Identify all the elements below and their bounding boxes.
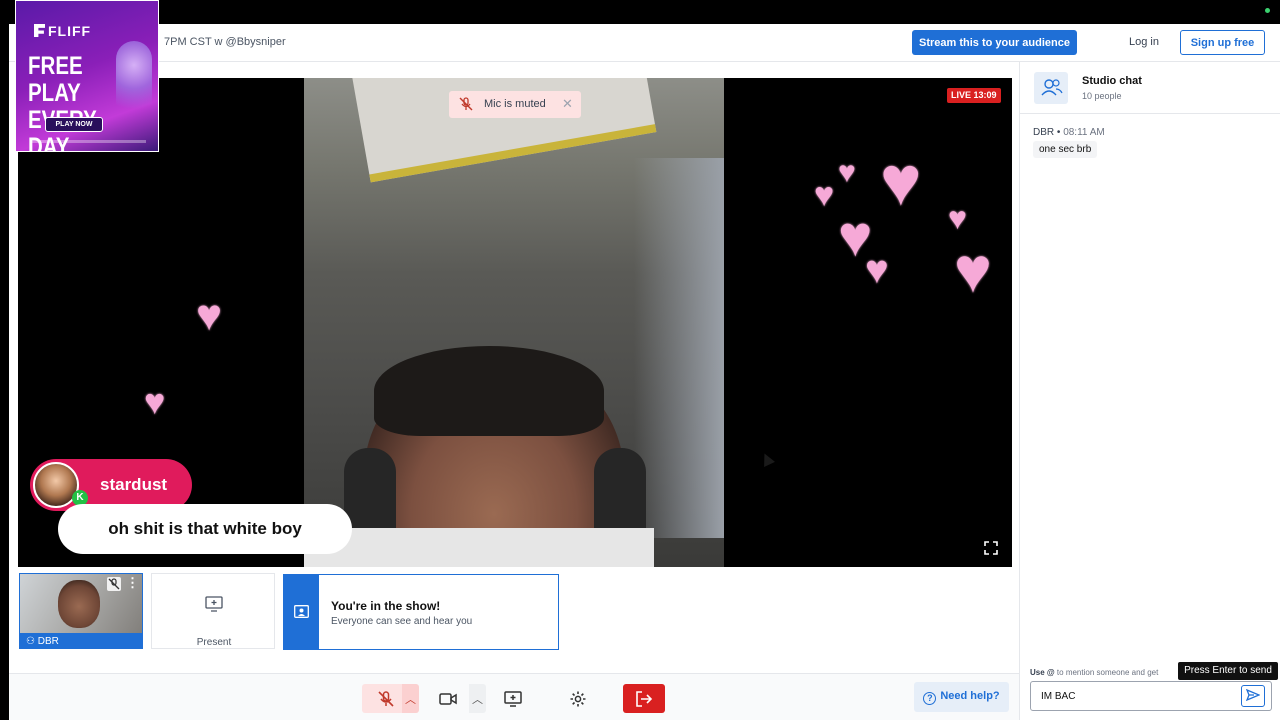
browser-top-strip — [0, 0, 1280, 24]
mic-off-icon — [107, 577, 121, 591]
broadcast-title: 7PM CST w @Bbysniper — [164, 36, 286, 48]
exit-icon — [636, 690, 653, 707]
heart-icon: ♥ — [144, 381, 166, 422]
camera-toggle-button[interactable] — [429, 684, 467, 713]
people-icon — [1034, 72, 1068, 104]
self-participant-tile[interactable]: ⋮ ⚇ DBR — [19, 573, 143, 649]
present-label: Present — [196, 637, 232, 648]
chat-header: Studio chat 10 people — [1020, 62, 1280, 114]
mic-off-icon — [459, 97, 473, 111]
mention-hint: Use @ to mention someone and get — [1030, 668, 1158, 677]
window-light — [634, 158, 724, 538]
profile-card-icon — [294, 605, 309, 618]
self-name-bar: ⚇ DBR — [20, 633, 142, 648]
in-show-title: You're in the show! — [331, 599, 441, 613]
camera-options-chevron-icon[interactable]: ︿ — [469, 684, 486, 713]
share-screen-icon — [504, 690, 522, 707]
in-show-side — [284, 575, 319, 649]
signup-button[interactable]: Sign up free — [1180, 30, 1265, 55]
leave-studio-button[interactable] — [623, 684, 665, 713]
chat-message-input[interactable] — [1030, 681, 1272, 711]
ad-headline: FREE PLAY EVERY DAY — [28, 52, 96, 152]
overlay-comment: oh shit is that white boy — [58, 504, 352, 554]
send-tooltip: Press Enter to send — [1178, 662, 1278, 680]
heart-icon: ♥ — [865, 248, 889, 292]
send-icon — [1245, 688, 1261, 701]
heart-icon: ♥ — [880, 142, 922, 220]
chat-people-count: 10 people — [1082, 91, 1122, 101]
share-screen-button[interactable] — [496, 684, 530, 713]
user-icon: ⚇ — [26, 636, 38, 647]
ad-play-now-button[interactable]: PLAY NOW — [45, 117, 103, 132]
present-screen-icon — [205, 596, 223, 612]
present-tile[interactable]: Present — [151, 573, 275, 649]
host-shirt — [304, 528, 654, 567]
heart-icon: ♥ — [948, 200, 967, 236]
in-show-subtitle: Everyone can see and hear you — [331, 616, 473, 627]
chat-message-meta: DBR • 08:11 AM — [1033, 127, 1105, 138]
advertisement-banner[interactable]: FLIFF FREE PLAY EVERY DAY PLAY NOW — [15, 0, 159, 152]
more-options-icon[interactable]: ⋮ — [126, 575, 139, 591]
left-edge-strip — [0, 24, 9, 720]
settings-button[interactable] — [561, 684, 595, 713]
close-icon[interactable]: ✕ — [562, 96, 573, 112]
commenter-name: stardust — [100, 475, 168, 494]
heart-icon: ♥ — [814, 176, 835, 214]
ad-brand: FLIFF — [48, 23, 92, 39]
mention-hint-text: to mention someone and get — [1054, 668, 1159, 677]
toast-text: Mic is muted — [484, 98, 546, 110]
chat-message-text: one sec brb — [1033, 141, 1098, 158]
send-button[interactable] — [1241, 685, 1265, 707]
help-icon: ? — [923, 691, 937, 705]
mic-options-chevron-icon[interactable]: ︿ — [402, 684, 419, 713]
gear-icon — [570, 691, 586, 706]
fliff-logo-icon — [34, 24, 45, 37]
chat-title: Studio chat — [1082, 75, 1142, 87]
control-bar: ︿ ︿ ? Need help? — [9, 673, 1019, 720]
heart-icon: ♥ — [838, 156, 856, 189]
chat-author: DBR — [1033, 127, 1055, 138]
need-help-label: Need help? — [940, 689, 1000, 702]
camera-icon — [439, 692, 457, 705]
status-dot — [1265, 8, 1270, 13]
fullscreen-icon[interactable] — [984, 541, 998, 555]
ad-fine-print — [30, 140, 146, 143]
login-button[interactable]: Log in — [1129, 36, 1159, 48]
chat-timestamp: 08:11 AM — [1063, 127, 1105, 138]
heart-icon: ♥ — [954, 234, 992, 306]
studio-header: 7PM CST w @Bbysniper Stream this to your… — [9, 24, 1280, 62]
heart-icon: ♥ — [196, 291, 223, 340]
mic-off-icon — [378, 690, 394, 707]
studio-chat-panel: Studio chat 10 people DBR • 08:11 AM one… — [1019, 62, 1280, 720]
live-timer-badge: LIVE 13:09 — [947, 88, 1001, 103]
mic-muted-toast: Mic is muted ✕ — [449, 91, 581, 118]
stream-to-audience-button[interactable]: Stream this to your audience — [912, 30, 1077, 55]
need-help-button[interactable]: ? Need help? — [914, 682, 1009, 712]
host-camera-feed — [304, 78, 724, 567]
in-show-tile: You're in the show! Everyone can see and… — [283, 574, 559, 650]
mention-hint-bold: Use @ — [1030, 668, 1055, 677]
host-hair — [374, 346, 604, 436]
self-video-face — [58, 580, 100, 628]
video-stage: ♥ ♥ ♥ ♥ ♥ ♥ ♥ ♥ ♥ Mic is muted ✕ LIVE 13… — [18, 78, 1012, 567]
self-name: DBR — [37, 636, 59, 647]
